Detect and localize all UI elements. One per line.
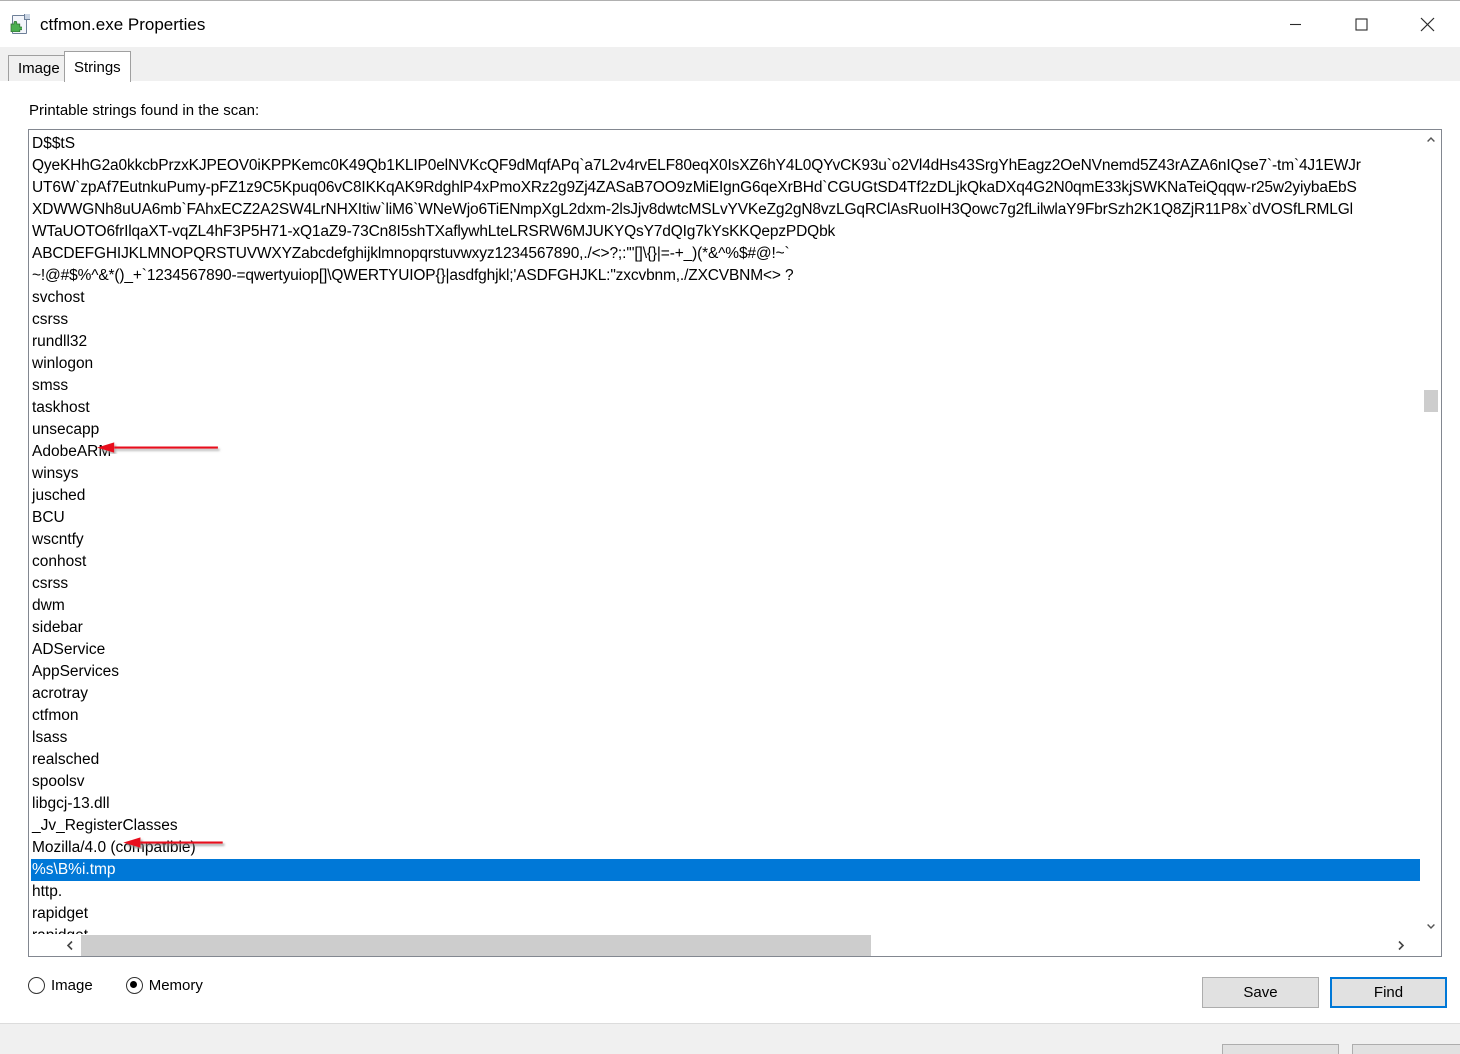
list-item[interactable]: smss [31, 375, 1421, 397]
chevron-up-icon[interactable] [1421, 130, 1441, 150]
list-item[interactable]: AdobeARM [31, 441, 1421, 463]
list-item[interactable]: Mozilla/4.0 (compatible) [31, 837, 1421, 859]
dialog-footer [0, 1023, 1460, 1054]
horizontal-scroll-track[interactable] [81, 935, 1389, 956]
list-item[interactable]: QyeKHhG2a0kkcbPrzxKJPEOV0iKPPKemc0K49Qb1… [31, 155, 1421, 177]
list-item[interactable]: ABCDEFGHIJKLMNOPQRSTUVWXYZabcdefghijklmn… [31, 243, 1421, 265]
radio-image-indicator[interactable] [28, 977, 45, 994]
radio-image[interactable]: Image [28, 977, 93, 994]
source-radio-group: Image Memory [28, 977, 236, 994]
list-item[interactable]: jusched [31, 485, 1421, 507]
strings-list-viewport: D$$tS QyeKHhG2a0kkcbPrzxKJPEOV0iKPPKemc0K… [29, 130, 1421, 936]
find-button-label: Find [1373, 984, 1404, 1001]
minimize-icon[interactable] [1262, 1, 1328, 47]
save-button-label: Save [1243, 984, 1278, 1001]
strings-list: D$$tS QyeKHhG2a0kkcbPrzxKJPEOV0iKPPKemc0K… [31, 133, 1421, 936]
footer-button-secondary[interactable] [1352, 1044, 1460, 1054]
strings-panel: Printable strings found in the scan: D$$… [0, 81, 1460, 971]
list-item[interactable]: ~!@#$%^&*()_+`1234567890-=qwertyuiop[]\Q… [31, 265, 1421, 287]
list-item[interactable]: http. [31, 881, 1421, 903]
chevron-left-icon[interactable] [59, 935, 81, 956]
strings-listbox[interactable]: D$$tS QyeKHhG2a0kkcbPrzxKJPEOV0iKPPKemc0K… [28, 129, 1442, 957]
application-properties-icon [10, 14, 30, 34]
window-title: ctfmon.exe Properties [40, 14, 206, 34]
radio-image-label: Image [51, 977, 93, 994]
list-item-selected[interactable]: %s\B%i.tmp [31, 859, 1420, 881]
list-item[interactable]: lsass [31, 727, 1421, 749]
list-item[interactable]: ADService [31, 639, 1421, 661]
list-item[interactable]: WTaUOTO6frIlqaXT-vqZL4hF3P5H71-xQ1aZ9-73… [31, 221, 1421, 243]
list-item[interactable]: winlogon [31, 353, 1421, 375]
list-item[interactable]: wscntfy [31, 529, 1421, 551]
list-item[interactable]: rapidget [31, 903, 1421, 925]
list-item[interactable]: csrss [31, 573, 1421, 595]
scrollbar-corner [1421, 935, 1441, 956]
radio-memory-indicator[interactable] [125, 977, 143, 994]
save-button[interactable]: Save [1202, 977, 1319, 1008]
list-item[interactable]: rundll32 [31, 331, 1421, 353]
list-item[interactable]: AppServices [31, 661, 1421, 683]
tab-image-label: Image [18, 60, 60, 77]
list-item[interactable]: unsecapp [31, 419, 1421, 441]
list-item[interactable]: XDWWGNh8uUA6mb`FAhxECZ2A2SW4LrNHXItiw`li… [31, 199, 1421, 221]
tab-image[interactable]: Image [8, 55, 70, 81]
list-item[interactable]: _Jv_RegisterClasses [31, 815, 1421, 837]
list-item[interactable]: D$$tS [31, 133, 1421, 155]
list-item[interactable]: BCU [31, 507, 1421, 529]
list-item[interactable]: UT6W`zpAf7EutnkuPumy-pFZ1z9C5Kpuq06vC8IK… [31, 177, 1421, 199]
tab-strings-label: Strings [74, 58, 121, 76]
puzzle-piece-icon [10, 21, 22, 32]
find-button[interactable]: Find [1330, 977, 1447, 1008]
list-item[interactable]: csrss [31, 309, 1421, 331]
list-item[interactable]: ctfmon [31, 705, 1421, 727]
footer-button-primary[interactable] [1222, 1044, 1339, 1054]
list-item[interactable]: dwm [31, 595, 1421, 617]
horizontal-scroll-thumb[interactable] [81, 935, 871, 956]
vertical-scrollbar[interactable] [1420, 130, 1441, 936]
list-item[interactable]: svchost [31, 287, 1421, 309]
close-icon[interactable] [1394, 1, 1460, 47]
list-item[interactable]: taskhost [31, 397, 1421, 419]
maximize-icon[interactable] [1328, 1, 1394, 47]
radio-memory[interactable]: Memory [125, 977, 203, 994]
horizontal-scrollbar[interactable] [29, 934, 1441, 956]
list-item[interactable]: conhost [31, 551, 1421, 573]
tab-strip: Image Strings [0, 47, 1460, 82]
title-bar: ctfmon.exe Properties [0, 1, 1460, 47]
window-controls [1262, 1, 1460, 47]
properties-window: ctfmon.exe Properties Image Strings Prin… [0, 0, 1460, 1054]
list-item[interactable]: sidebar [31, 617, 1421, 639]
list-item[interactable]: winsys [31, 463, 1421, 485]
vertical-scroll-thumb[interactable] [1424, 390, 1438, 412]
list-item[interactable]: realsched [31, 749, 1421, 771]
list-item[interactable]: spoolsv [31, 771, 1421, 793]
list-item[interactable]: acrotray [31, 683, 1421, 705]
radio-memory-label: Memory [148, 977, 203, 994]
chevron-right-icon[interactable] [1389, 935, 1411, 956]
chevron-down-icon[interactable] [1421, 916, 1441, 936]
panel-label: Printable strings found in the scan: [29, 102, 260, 119]
tab-strings[interactable]: Strings [64, 51, 131, 82]
list-item[interactable]: libgcj-13.dll [31, 793, 1421, 815]
